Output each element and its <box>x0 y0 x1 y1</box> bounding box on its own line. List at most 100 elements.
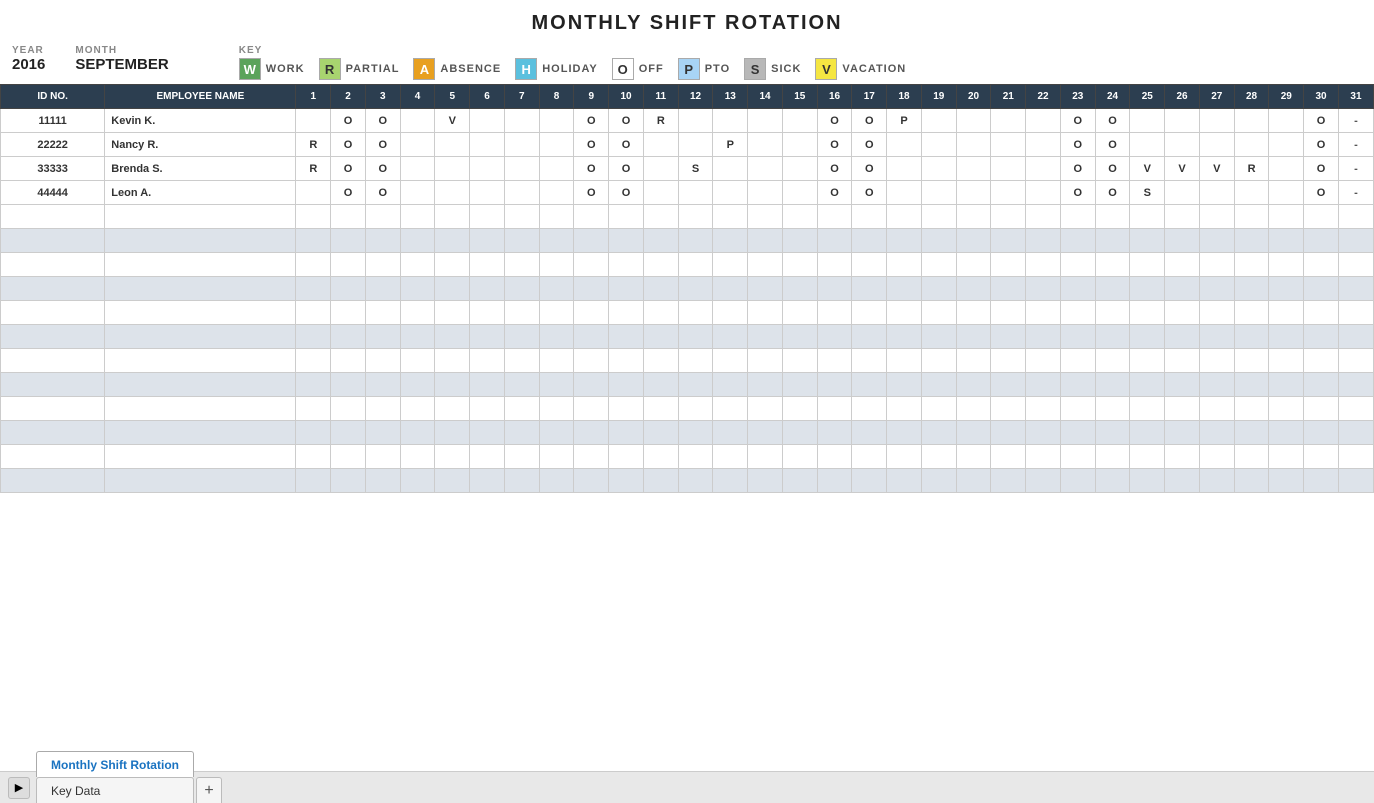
cell-emp1-day10[interactable]: O <box>609 133 644 157</box>
cell-emp1-day18[interactable]: W <box>887 133 922 157</box>
cell-emp0-day31[interactable]: - <box>1338 109 1373 133</box>
cell-emp1-day12[interactable]: W <box>678 133 713 157</box>
cell-emp0-day27[interactable]: W <box>1199 109 1234 133</box>
cell-emp0-day9[interactable]: O <box>574 109 609 133</box>
cell-emp0-day11[interactable]: R <box>643 109 678 133</box>
cell-emp1-day5[interactable]: W <box>435 133 470 157</box>
cell-emp1-day1[interactable]: R <box>296 133 331 157</box>
cell-emp1-day31[interactable]: - <box>1338 133 1373 157</box>
cell-emp0-day24[interactable]: O <box>1095 109 1130 133</box>
cell-emp2-day11[interactable]: W <box>643 157 678 181</box>
cell-emp1-day26[interactable]: W <box>1165 133 1200 157</box>
cell-emp0-day1[interactable]: W <box>296 109 331 133</box>
cell-emp0-day12[interactable]: W <box>678 109 713 133</box>
cell-emp0-day17[interactable]: O <box>852 109 887 133</box>
cell-emp3-day28[interactable]: W <box>1234 181 1269 205</box>
cell-emp3-day9[interactable]: O <box>574 181 609 205</box>
cell-emp0-day10[interactable]: O <box>609 109 644 133</box>
cell-emp1-day15[interactable]: W <box>782 133 817 157</box>
cell-emp1-day28[interactable]: W <box>1234 133 1269 157</box>
cell-emp3-day2[interactable]: O <box>331 181 366 205</box>
cell-emp3-day7[interactable]: W <box>504 181 539 205</box>
cell-emp1-day9[interactable]: O <box>574 133 609 157</box>
cell-emp2-day26[interactable]: V <box>1165 157 1200 181</box>
cell-emp0-day14[interactable]: W <box>748 109 783 133</box>
cell-emp0-day19[interactable]: W <box>921 109 956 133</box>
cell-emp0-day21[interactable]: W <box>991 109 1026 133</box>
cell-emp3-day10[interactable]: O <box>609 181 644 205</box>
cell-emp1-day8[interactable]: W <box>539 133 574 157</box>
cell-emp3-day15[interactable]: W <box>782 181 817 205</box>
cell-emp3-day29[interactable]: W <box>1269 181 1304 205</box>
cell-emp2-day23[interactable]: O <box>1060 157 1095 181</box>
cell-emp2-day4[interactable]: H <box>400 157 435 181</box>
cell-emp3-day16[interactable]: O <box>817 181 852 205</box>
cell-emp1-day13[interactable]: P <box>713 133 748 157</box>
cell-emp2-day19[interactable]: W <box>921 157 956 181</box>
cell-emp0-day30[interactable]: O <box>1304 109 1339 133</box>
cell-emp1-day30[interactable]: O <box>1304 133 1339 157</box>
cell-emp0-day5[interactable]: V <box>435 109 470 133</box>
cell-emp3-day31[interactable]: - <box>1338 181 1373 205</box>
cell-emp2-day28[interactable]: R <box>1234 157 1269 181</box>
cell-emp0-day6[interactable]: W <box>470 109 505 133</box>
cell-emp0-day3[interactable]: O <box>365 109 400 133</box>
cell-emp1-day27[interactable]: W <box>1199 133 1234 157</box>
cell-emp0-day2[interactable]: O <box>331 109 366 133</box>
cell-emp1-day25[interactable]: W <box>1130 133 1165 157</box>
cell-emp1-day16[interactable]: O <box>817 133 852 157</box>
cell-emp3-day27[interactable]: W <box>1199 181 1234 205</box>
cell-emp3-day1[interactable]: W <box>296 181 331 205</box>
cell-emp3-day12[interactable]: W <box>678 181 713 205</box>
cell-emp1-day3[interactable]: O <box>365 133 400 157</box>
cell-emp2-day27[interactable]: V <box>1199 157 1234 181</box>
cell-emp1-day6[interactable]: W <box>470 133 505 157</box>
cell-emp1-day24[interactable]: O <box>1095 133 1130 157</box>
cell-emp3-day30[interactable]: O <box>1304 181 1339 205</box>
cell-emp2-day18[interactable]: W <box>887 157 922 181</box>
cell-emp2-day25[interactable]: V <box>1130 157 1165 181</box>
cell-emp1-day7[interactable]: W <box>504 133 539 157</box>
cell-emp1-day21[interactable]: W <box>991 133 1026 157</box>
cell-emp3-day17[interactable]: O <box>852 181 887 205</box>
cell-emp2-day21[interactable]: W <box>991 157 1026 181</box>
cell-emp3-day26[interactable]: W <box>1165 181 1200 205</box>
cell-emp2-day17[interactable]: O <box>852 157 887 181</box>
cell-emp2-day16[interactable]: O <box>817 157 852 181</box>
cell-emp1-day22[interactable]: W <box>1026 133 1061 157</box>
cell-emp3-day3[interactable]: O <box>365 181 400 205</box>
cell-emp2-day29[interactable]: A <box>1269 157 1304 181</box>
cell-emp1-day20[interactable]: W <box>956 133 991 157</box>
cell-emp1-day4[interactable]: H <box>400 133 435 157</box>
cell-emp0-day8[interactable]: W <box>539 109 574 133</box>
cell-emp2-day9[interactable]: O <box>574 157 609 181</box>
cell-emp3-day18[interactable]: W <box>887 181 922 205</box>
cell-emp0-day22[interactable]: W <box>1026 109 1061 133</box>
cell-emp2-day1[interactable]: R <box>296 157 331 181</box>
cell-emp0-day28[interactable]: W <box>1234 109 1269 133</box>
cell-emp1-day29[interactable]: W <box>1269 133 1304 157</box>
cell-emp3-day6[interactable]: W <box>470 181 505 205</box>
cell-emp3-day19[interactable]: W <box>921 181 956 205</box>
cell-emp0-day13[interactable]: W <box>713 109 748 133</box>
cell-emp0-day23[interactable]: O <box>1060 109 1095 133</box>
cell-emp2-day2[interactable]: O <box>331 157 366 181</box>
cell-emp2-day15[interactable]: W <box>782 157 817 181</box>
cell-emp0-day26[interactable]: W <box>1165 109 1200 133</box>
cell-emp2-day7[interactable]: W <box>504 157 539 181</box>
cell-emp3-day24[interactable]: O <box>1095 181 1130 205</box>
cell-emp0-day20[interactable]: W <box>956 109 991 133</box>
cell-emp0-day25[interactable]: W <box>1130 109 1165 133</box>
cell-emp1-day14[interactable]: W <box>748 133 783 157</box>
cell-emp1-day23[interactable]: O <box>1060 133 1095 157</box>
tab-nav-button[interactable]: ▶ <box>8 777 30 799</box>
cell-emp1-day2[interactable]: O <box>331 133 366 157</box>
cell-emp2-day24[interactable]: O <box>1095 157 1130 181</box>
cell-emp2-day30[interactable]: O <box>1304 157 1339 181</box>
add-tab-button[interactable]: + <box>196 777 222 803</box>
cell-emp2-day10[interactable]: O <box>609 157 644 181</box>
cell-emp0-day7[interactable]: W <box>504 109 539 133</box>
cell-emp2-day5[interactable]: W <box>435 157 470 181</box>
cell-emp3-day13[interactable]: W <box>713 181 748 205</box>
cell-emp0-day15[interactable]: W <box>782 109 817 133</box>
